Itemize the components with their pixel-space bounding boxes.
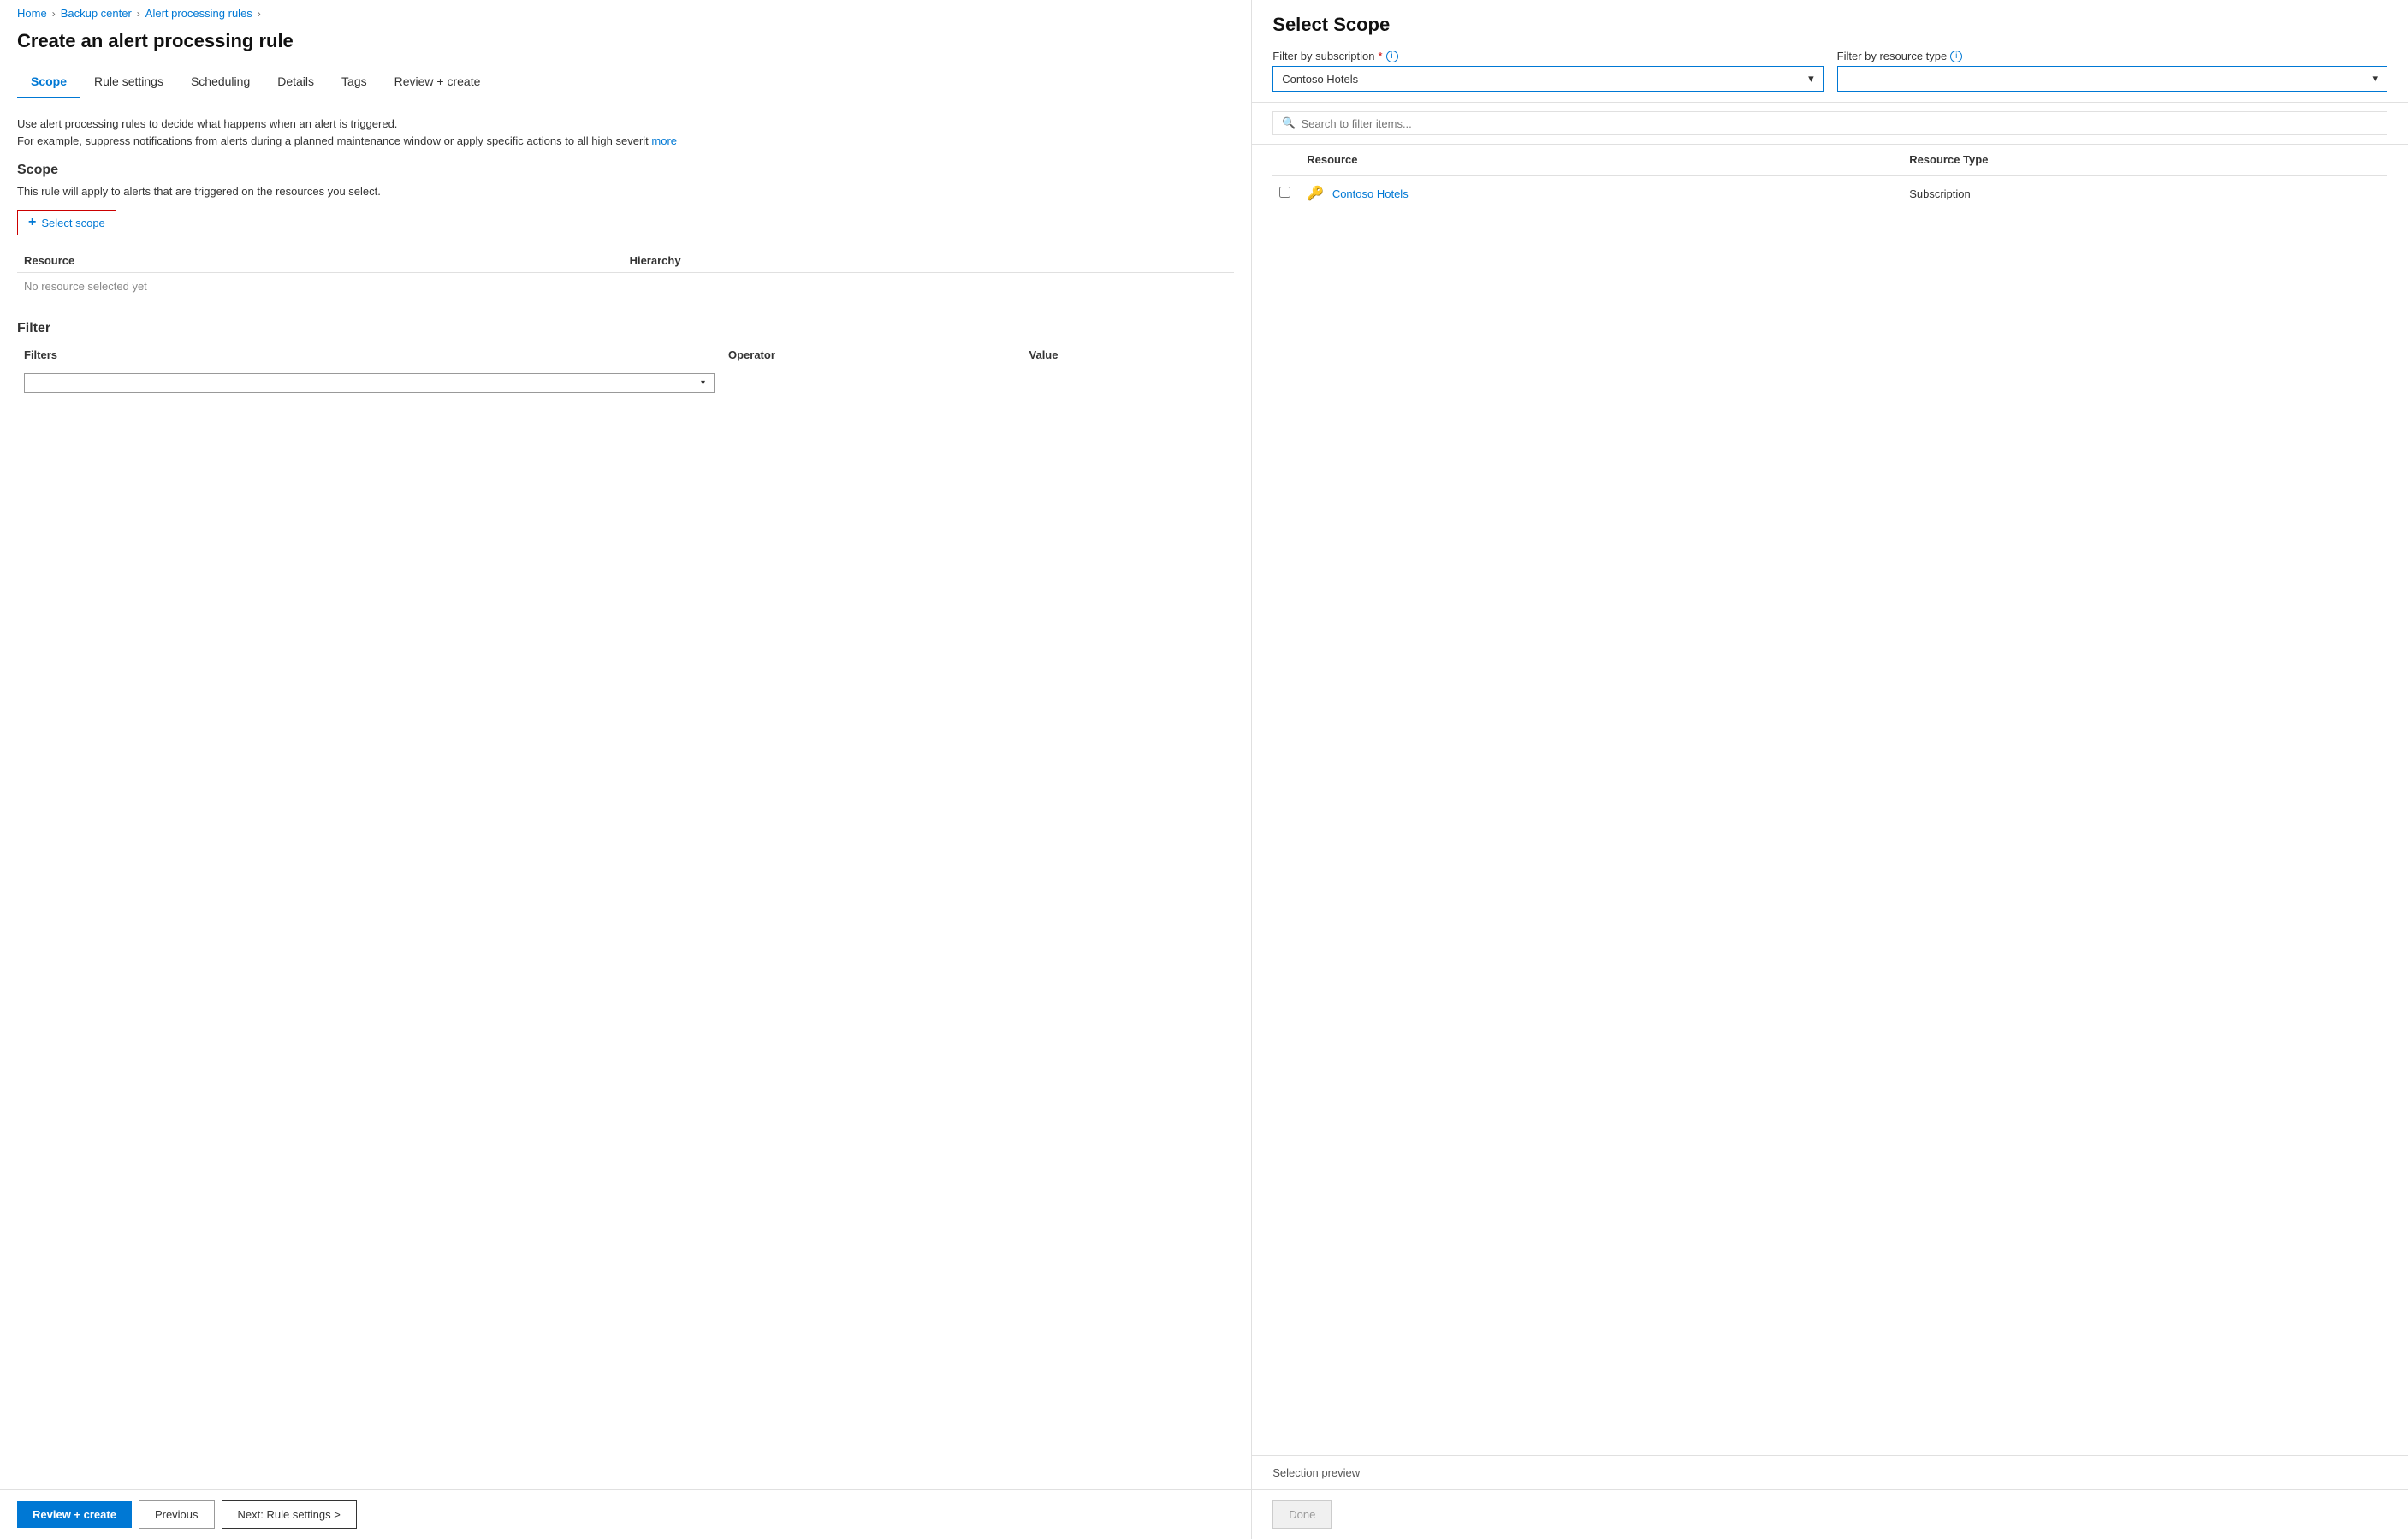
desc-line2: For example, suppress notifications from… — [17, 134, 649, 147]
resource-list-table: Resource Resource Type 🔑 Contoso Hotels — [1272, 145, 2387, 211]
table-row: 🔑 Contoso Hotels Subscription — [1272, 175, 2387, 211]
filter-row: ▾ — [17, 370, 1234, 396]
subscription-chevron-icon: ▾ — [1808, 72, 1814, 86]
resource-table: Resource Hierarchy No resource selected … — [17, 249, 1234, 300]
tab-scheduling[interactable]: Scheduling — [177, 66, 264, 98]
scope-section-title: Scope — [17, 163, 1234, 178]
resource-type-filter-group: Filter by resource type i ▾ — [1837, 50, 2387, 92]
right-panel: Select Scope Filter by subscription * i … — [1252, 0, 2408, 1539]
filters-col-header: Filters — [17, 343, 721, 370]
desc-line1: Use alert processing rules to decide wha… — [17, 117, 397, 130]
filter-resource-type-text: Filter by resource type — [1837, 50, 1948, 62]
filter-section: Filter Filters Operator Value — [17, 321, 1234, 396]
filter-subscription-text: Filter by subscription — [1272, 50, 1374, 62]
subscription-dropdown[interactable]: Contoso Hotels ▾ — [1272, 66, 1823, 92]
breadcrumb-home[interactable]: Home — [17, 7, 47, 20]
next-button[interactable]: Next: Rule settings > — [222, 1500, 357, 1529]
previous-button[interactable]: Previous — [139, 1500, 215, 1529]
tabs-container: Scope Rule settings Scheduling Details T… — [0, 66, 1251, 98]
filter-title: Filter — [17, 321, 1234, 336]
resource-col-header: Resource — [17, 249, 623, 273]
subscription-icon: 🔑 — [1307, 187, 1324, 201]
row-checkbox-cell — [1272, 175, 1300, 211]
search-input-wrap: 🔍 — [1272, 111, 2387, 135]
subscription-filter-label: Filter by subscription * i — [1272, 50, 1823, 62]
breadcrumb-sep-1: › — [52, 8, 56, 20]
breadcrumb-sep-2: › — [137, 8, 140, 20]
row-resource-type: Subscription — [1902, 175, 2387, 211]
operator-col-header: Operator — [721, 343, 1023, 370]
no-resource-text: No resource selected yet — [17, 273, 1234, 300]
tab-rule-settings[interactable]: Rule settings — [80, 66, 177, 98]
bottom-bar-right: Done — [1252, 1489, 2408, 1539]
subscription-info-icon[interactable]: i — [1386, 51, 1398, 62]
plus-icon: + — [28, 215, 36, 230]
page-title: Create an alert processing rule — [0, 27, 1251, 66]
breadcrumb-backup-center[interactable]: Backup center — [61, 7, 132, 20]
row-resource-name: 🔑 Contoso Hotels — [1300, 175, 1902, 211]
resource-name-link[interactable]: Contoso Hotels — [1332, 187, 1409, 200]
left-content: Use alert processing rules to decide wha… — [0, 98, 1251, 1489]
breadcrumb: Home › Backup center › Alert processing … — [0, 0, 1251, 27]
done-button[interactable]: Done — [1272, 1500, 1332, 1529]
tab-scope[interactable]: Scope — [17, 66, 80, 98]
hierarchy-col-header: Hierarchy — [623, 249, 1235, 273]
search-row: 🔍 — [1252, 103, 2408, 145]
filter-row-right: Filter by subscription * i Contoso Hotel… — [1272, 50, 2387, 92]
resource-type-dropdown[interactable]: ▾ — [1837, 66, 2387, 92]
right-header: Select Scope Filter by subscription * i … — [1252, 0, 2408, 103]
table-row-empty: No resource selected yet — [17, 273, 1234, 300]
resource-type-info-icon[interactable]: i — [1950, 51, 1962, 62]
resource-type-filter-label: Filter by resource type i — [1837, 50, 2387, 62]
subscription-filter-group: Filter by subscription * i Contoso Hotel… — [1272, 50, 1823, 92]
desc-more-link[interactable]: more — [651, 134, 677, 147]
row-checkbox[interactable] — [1279, 187, 1290, 198]
review-create-button[interactable]: Review + create — [17, 1501, 132, 1528]
subscription-value: Contoso Hotels — [1282, 73, 1358, 86]
filters-dropdown[interactable]: ▾ — [24, 373, 715, 393]
main-layout: Home › Backup center › Alert processing … — [0, 0, 2408, 1539]
select-scope-label: Select scope — [41, 217, 104, 229]
filter-table: Filters Operator Value ▾ — [17, 343, 1234, 396]
tab-tags[interactable]: Tags — [328, 66, 381, 98]
tab-details[interactable]: Details — [264, 66, 328, 98]
bottom-bar-left: Review + create Previous Next: Rule sett… — [0, 1489, 1251, 1539]
select-scope-button[interactable]: + Select scope — [17, 210, 116, 235]
breadcrumb-alert-rules: Alert processing rules — [145, 7, 252, 20]
selection-preview-bar: Selection preview — [1252, 1455, 2408, 1489]
description: Use alert processing rules to decide wha… — [17, 116, 1234, 149]
resource-type-chevron-icon: ▾ — [2372, 72, 2378, 86]
chevron-down-icon: ▾ — [701, 378, 705, 388]
app-container: Home › Backup center › Alert processing … — [0, 0, 2408, 1539]
resource-list-wrap: Resource Resource Type 🔑 Contoso Hotels — [1252, 145, 2408, 1455]
required-star: * — [1378, 50, 1382, 62]
search-icon: 🔍 — [1282, 116, 1296, 130]
tab-review-create[interactable]: Review + create — [381, 66, 495, 98]
resource-type-list-col-header: Resource Type — [1902, 145, 2387, 175]
search-input[interactable] — [1301, 117, 2378, 130]
scope-section-desc: This rule will apply to alerts that are … — [17, 185, 1234, 198]
selection-preview-label: Selection preview — [1272, 1466, 1360, 1479]
select-scope-title: Select Scope — [1272, 14, 2387, 36]
value-col-header: Value — [1023, 343, 1235, 370]
left-panel: Home › Backup center › Alert processing … — [0, 0, 1252, 1539]
breadcrumb-sep-3: › — [258, 8, 261, 20]
resource-list-col-header: Resource — [1300, 145, 1902, 175]
checkbox-col-header — [1272, 145, 1300, 175]
